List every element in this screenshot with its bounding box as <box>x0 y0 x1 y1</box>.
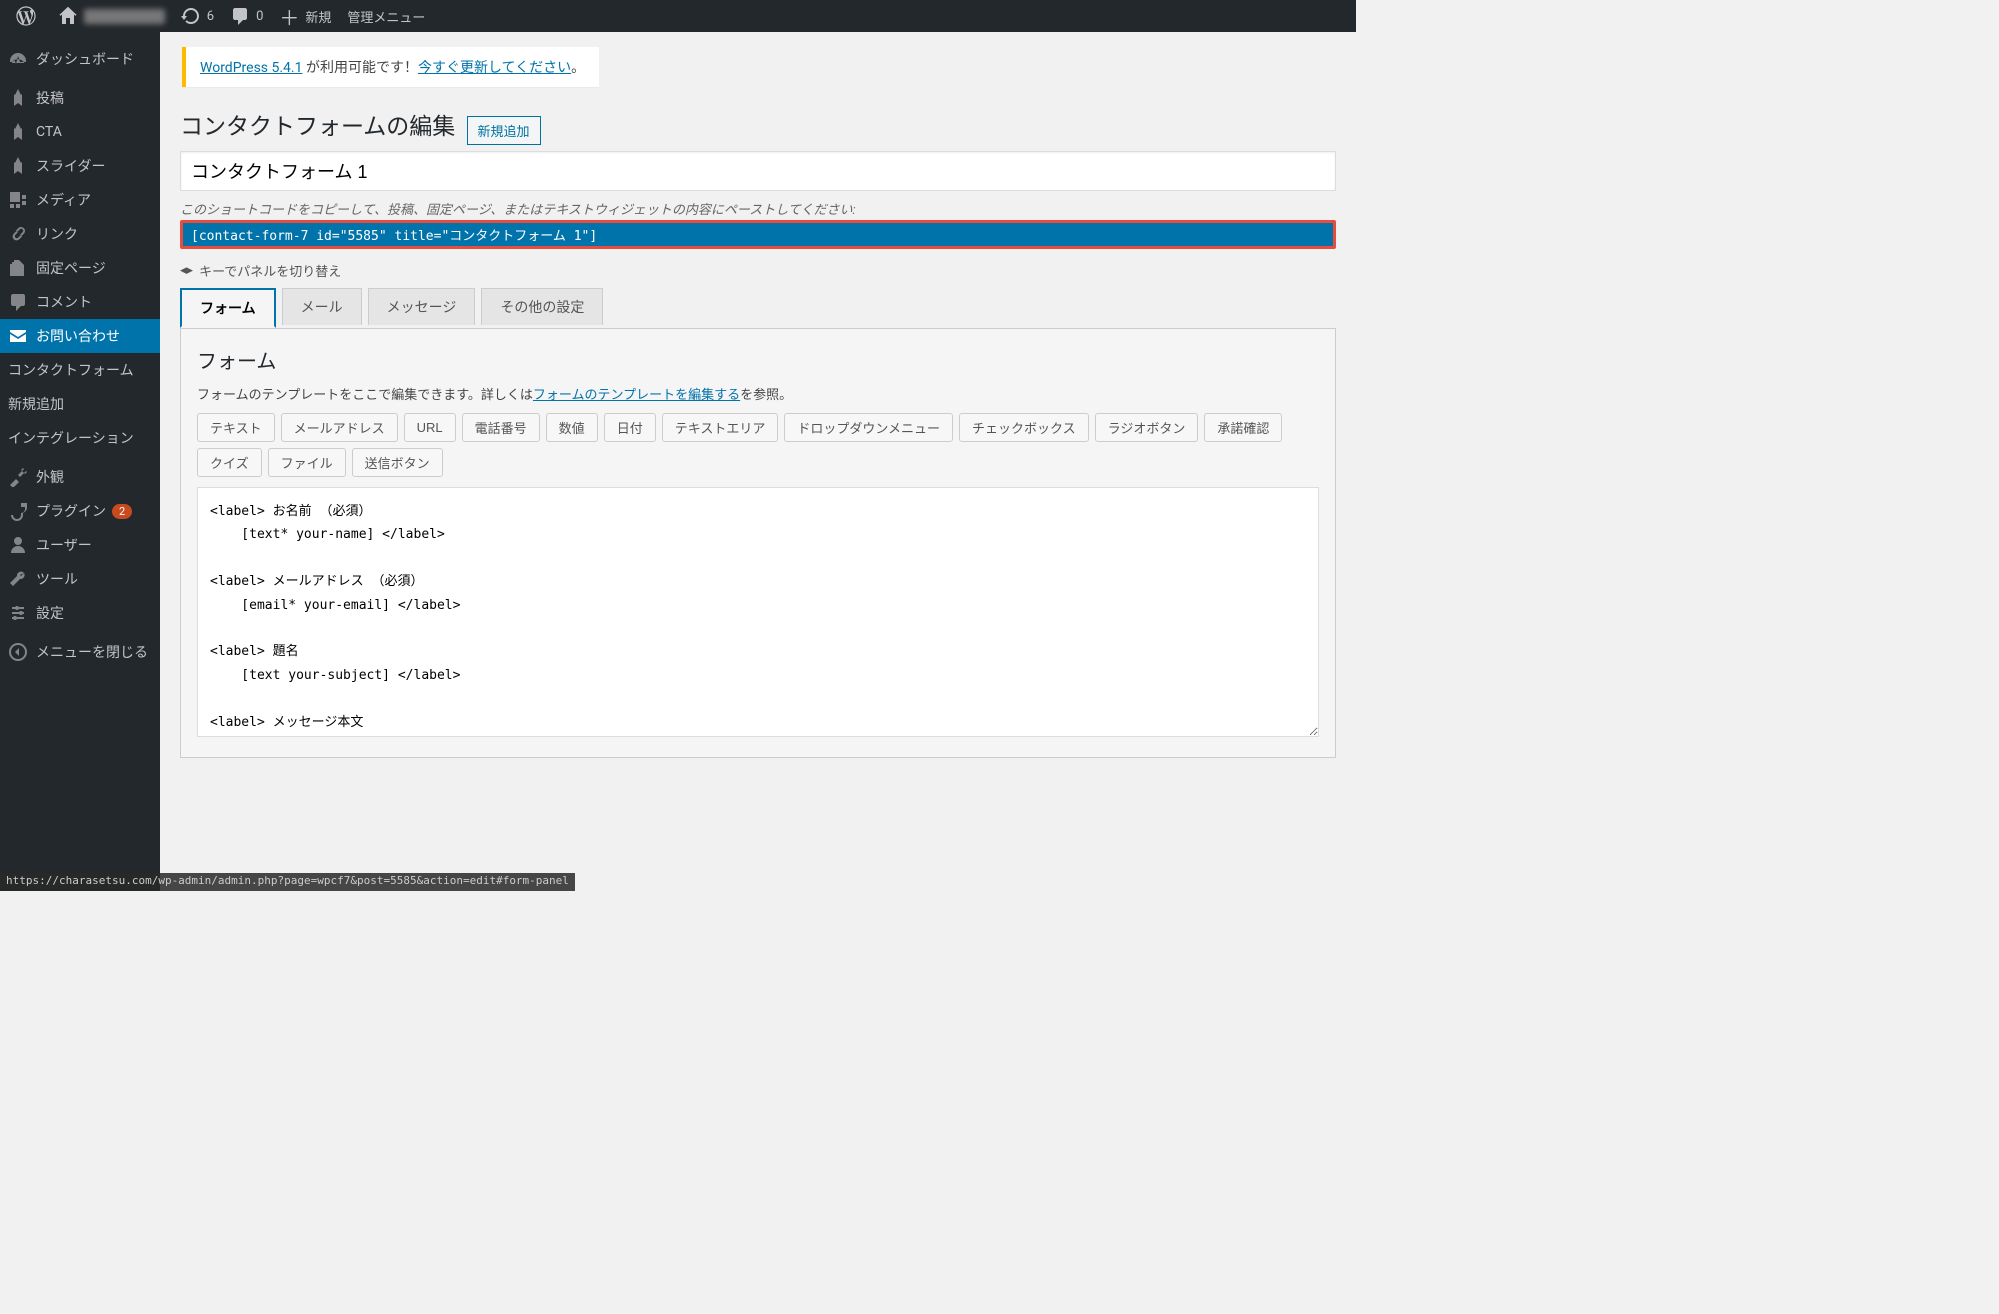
form-template-textarea[interactable] <box>197 487 1319 737</box>
admin-toolbar: XXXXX 6 0 ＋新規 管理メニュー <box>0 0 1356 32</box>
tag-btn-number[interactable]: 数値 <box>546 413 598 442</box>
plugin-update-badge: 2 <box>112 504 132 519</box>
submenu-label: 新規追加 <box>8 394 64 414</box>
tag-btn-date[interactable]: 日付 <box>604 413 656 442</box>
tag-btn-textarea[interactable]: テキストエリア <box>662 413 779 442</box>
update-nag: WordPress 5.4.1 が利用可能です！今すぐ更新してください。 <box>182 47 599 87</box>
sidebar-collapse[interactable]: メニューを閉じる <box>0 635 160 669</box>
editor-tabs: フォーム メール メッセージ その他の設定 <box>180 288 1336 329</box>
submenu-add-new[interactable]: 新規追加 <box>0 387 160 421</box>
submenu-label: コンタクトフォーム <box>8 360 134 380</box>
site-home[interactable]: XXXXX <box>50 0 173 32</box>
tag-btn-email[interactable]: メールアドレス <box>281 413 398 442</box>
sidebar-label: コメント <box>36 292 92 312</box>
sidebar-item-dashboard[interactable]: ダッシュボード <box>0 42 160 76</box>
shortcode-highlight <box>180 220 1336 249</box>
tag-btn-url[interactable]: URL <box>404 413 456 442</box>
sidebar-label: メディア <box>36 190 91 210</box>
panel-description: フォームのテンプレートをここで編集できます。詳しくはフォームのテンプレートを編集… <box>197 384 1319 403</box>
add-new-button[interactable]: 新規追加 <box>467 116 541 145</box>
sidebar-item-users[interactable]: ユーザー <box>0 528 160 562</box>
sidebar-label: 外観 <box>36 467 64 487</box>
sidebar-label: プラグイン <box>36 501 106 521</box>
sidebar-label: 設定 <box>36 603 64 623</box>
admin-menu-link[interactable]: 管理メニュー <box>339 0 433 32</box>
sidebar-item-links[interactable]: リンク <box>0 217 160 251</box>
submenu-label: インテグレーション <box>8 428 134 448</box>
sidebar-item-contact[interactable]: お問い合わせ <box>0 319 160 353</box>
sidebar-item-settings[interactable]: 設定 <box>0 596 160 630</box>
updates-link[interactable]: 6 <box>173 0 222 32</box>
form-title-input[interactable] <box>180 151 1336 191</box>
new-content[interactable]: ＋新規 <box>271 0 339 32</box>
submenu-integration[interactable]: インテグレーション <box>0 421 160 455</box>
sidebar-item-comments[interactable]: コメント <box>0 285 160 319</box>
template-help-link[interactable]: フォームのテンプレートを編集する <box>533 388 740 403</box>
sidebar-item-appearance[interactable]: 外観 <box>0 460 160 494</box>
tab-form[interactable]: フォーム <box>180 288 276 328</box>
page-title: コンタクトフォームの編集 <box>180 107 455 141</box>
sidebar-label: リンク <box>36 224 78 244</box>
tab-additional[interactable]: その他の設定 <box>481 288 603 325</box>
admin-sidebar: ダッシュボード 投稿 CTA スライダー メディア リンク 固定ページ コメント… <box>0 32 160 891</box>
sidebar-item-plugins[interactable]: プラグイン 2 <box>0 494 160 528</box>
sidebar-label: スライダー <box>36 156 105 176</box>
comments-link[interactable]: 0 <box>222 0 271 32</box>
sidebar-item-pages[interactable]: 固定ページ <box>0 251 160 285</box>
sidebar-item-tools[interactable]: ツール <box>0 562 160 596</box>
tag-btn-text[interactable]: テキスト <box>197 413 275 442</box>
tag-btn-radio[interactable]: ラジオボタン <box>1095 413 1199 442</box>
sidebar-label: 固定ページ <box>36 258 106 278</box>
sidebar-label: ユーザー <box>36 535 92 555</box>
sidebar-label: ツール <box>36 569 78 589</box>
tab-mail[interactable]: メール <box>282 288 362 325</box>
tag-btn-file[interactable]: ファイル <box>268 448 346 477</box>
sidebar-label: 投稿 <box>36 88 64 108</box>
wp-logo[interactable] <box>8 0 50 32</box>
sidebar-item-cta[interactable]: CTA <box>0 115 160 149</box>
tab-messages[interactable]: メッセージ <box>368 288 476 325</box>
update-now-link[interactable]: 今すぐ更新してください <box>418 60 571 76</box>
tag-btn-checkbox[interactable]: チェックボックス <box>959 413 1089 442</box>
tab-panel-form: フォーム フォームのテンプレートをここで編集できます。詳しくはフォームのテンプレ… <box>180 328 1336 758</box>
sidebar-item-posts[interactable]: 投稿 <box>0 81 160 115</box>
shortcode-input[interactable] <box>183 223 1333 246</box>
tag-btn-tel[interactable]: 電話番号 <box>462 413 540 442</box>
arrows-icon: ◂▸ <box>180 263 193 278</box>
keyboard-hint: ◂▸ キーでパネルを切り替え <box>180 261 1336 280</box>
shortcode-description: このショートコードをコピーして、投稿、固定ページ、またはテキストウィジェットの内… <box>180 199 1336 218</box>
tag-generator-buttons: テキスト メールアドレス URL 電話番号 数値 日付 テキストエリア ドロップ… <box>197 413 1319 477</box>
sidebar-item-slider[interactable]: スライダー <box>0 149 160 183</box>
tag-btn-quiz[interactable]: クイズ <box>197 448 262 477</box>
sidebar-item-media[interactable]: メディア <box>0 183 160 217</box>
tag-btn-select[interactable]: ドロップダウンメニュー <box>784 413 953 442</box>
sidebar-label: お問い合わせ <box>36 326 120 346</box>
status-bar: https://charasetsu.com/wp-admin/admin.ph… <box>0 873 575 891</box>
site-name: XXXXX <box>84 9 165 24</box>
wp-version-link[interactable]: WordPress 5.4.1 <box>200 60 302 76</box>
main-content: WordPress 5.4.1 が利用可能です！今すぐ更新してください。 コンタ… <box>160 32 1356 891</box>
sidebar-label: メニューを閉じる <box>36 642 148 662</box>
tag-btn-acceptance[interactable]: 承諾確認 <box>1204 413 1282 442</box>
panel-heading: フォーム <box>197 345 1319 374</box>
sidebar-label: ダッシュボード <box>36 49 134 69</box>
sidebar-label: CTA <box>36 124 62 140</box>
submenu-contact-forms[interactable]: コンタクトフォーム <box>0 353 160 387</box>
tag-btn-submit[interactable]: 送信ボタン <box>352 448 443 477</box>
